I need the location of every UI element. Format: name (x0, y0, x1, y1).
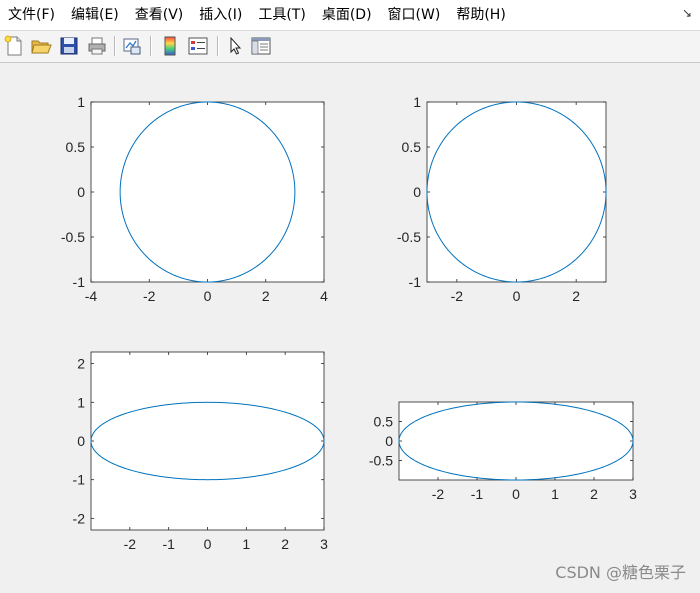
insert-colorbar-icon[interactable] (159, 35, 181, 57)
x-tick-label: -1 (162, 536, 175, 552)
y-tick-label: 0 (77, 433, 85, 449)
y-tick-label: 0 (413, 184, 421, 200)
menu-window[interactable]: 窗口(W) (380, 0, 449, 30)
menu-view[interactable]: 查看(V) (127, 0, 192, 30)
toolbar-separator (114, 36, 115, 56)
open-file-icon[interactable] (30, 35, 52, 57)
x-tick-label: 2 (590, 486, 598, 502)
x-tick-label: -4 (85, 288, 98, 304)
axes-box (90, 101, 325, 283)
axes-3: -2 -1 0 1 2 3 2 1 0 -1 -2 (73, 351, 328, 552)
menu-desktop[interactable]: 桌面(D) (314, 0, 380, 30)
y-tick-label: 0.5 (402, 139, 422, 155)
insert-legend-icon[interactable] (187, 35, 209, 57)
y-tick-label: 0 (385, 433, 393, 449)
y-tick-label: -1 (73, 472, 86, 488)
axes-box (426, 101, 607, 283)
y-tick-label: 0 (77, 184, 85, 200)
axes-2: -2 0 2 1 0.5 0 -0.5 -1 (397, 94, 607, 304)
y-tick-label: 0.5 (374, 414, 394, 430)
menu-tools[interactable]: 工具(T) (250, 0, 313, 30)
x-tick-label: 0 (513, 288, 521, 304)
property-inspector-icon[interactable] (250, 35, 272, 57)
y-tick-label: -2 (73, 510, 86, 526)
y-tick-label: 0.5 (66, 139, 86, 155)
menu-bar: 文件(F) 编辑(E) 查看(V) 插入(I) 工具(T) 桌面(D) 窗口(W… (0, 0, 700, 30)
x-tick-label: 4 (320, 288, 328, 304)
x-tick-label: 0 (512, 486, 520, 502)
x-tick-label: -2 (451, 288, 464, 304)
y-tick-label: -1 (73, 274, 86, 290)
axes-1: -4 -2 0 2 4 1 0.5 0 -0.5 -1 (61, 94, 328, 304)
y-tick-label: -0.5 (369, 453, 393, 469)
toolbar-separator (150, 36, 151, 56)
menu-insert[interactable]: 插入(I) (191, 0, 250, 30)
x-tick-label: -2 (124, 536, 137, 552)
x-tick-label: 2 (572, 288, 580, 304)
axes-box (398, 401, 634, 481)
axes-4: -2 -1 0 1 2 3 0.5 0 -0.5 (369, 401, 637, 502)
menu-edit[interactable]: 编辑(E) (63, 0, 127, 30)
new-figure-icon[interactable] (3, 35, 25, 57)
x-tick-label: 1 (551, 486, 559, 502)
toolbar-separator (217, 36, 218, 56)
x-tick-label: -1 (471, 486, 484, 502)
y-tick-label: -1 (409, 274, 422, 290)
axes-box (90, 351, 325, 531)
y-tick-label: 1 (77, 394, 85, 410)
x-tick-label: 1 (242, 536, 250, 552)
y-tick-label: -0.5 (397, 229, 421, 245)
x-tick-label: 3 (320, 536, 328, 552)
link-plot-icon[interactable] (121, 35, 143, 57)
edit-plot-pointer-icon[interactable] (224, 35, 246, 57)
figure-toolbar (0, 30, 700, 63)
figure-canvas: -4 -2 0 2 4 1 0.5 0 -0.5 -1 -2 0 2 1 0.5 0 -0.5 -1 -2 -1 0 1 2… (0, 62, 700, 589)
x-tick-label: -2 (143, 288, 156, 304)
save-icon[interactable] (58, 35, 80, 57)
x-tick-label: 3 (629, 486, 637, 502)
menu-file[interactable]: 文件(F) (0, 0, 63, 30)
print-icon[interactable] (86, 35, 108, 57)
subplots: -4 -2 0 2 4 1 0.5 0 -0.5 -1 -2 0 2 1 0.5 0 -0.5 -1 -2 -1 0 1 2… (61, 94, 637, 552)
x-tick-label: 2 (281, 536, 289, 552)
undock-arrow-icon[interactable]: ↘ (682, 6, 692, 20)
y-tick-label: 1 (77, 94, 85, 110)
y-tick-label: -0.5 (61, 229, 85, 245)
menu-help[interactable]: 帮助(H) (448, 0, 513, 30)
watermark: CSDN @糖色栗子 (555, 563, 686, 582)
x-tick-label: 0 (204, 288, 212, 304)
x-tick-label: 2 (262, 288, 270, 304)
y-tick-label: 1 (413, 94, 421, 110)
x-tick-label: -2 (432, 486, 445, 502)
y-tick-label: 2 (77, 356, 85, 372)
x-tick-label: 0 (204, 536, 212, 552)
